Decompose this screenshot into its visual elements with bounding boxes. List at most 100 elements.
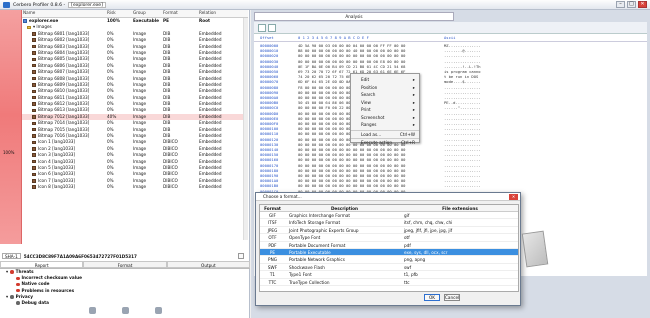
format-row[interactable]: PE Portable Executable exe, sys, dll, ocx,… [260, 248, 518, 257]
format-row[interactable]: SWF Shockwave Flash swf [260, 264, 518, 272]
context-menu-item[interactable]: Position ▸ [351, 84, 419, 92]
ok-button[interactable]: OK [424, 294, 440, 301]
context-menu-item[interactable]: View ▸ [351, 99, 419, 107]
tab-format[interactable]: Format [83, 261, 167, 268]
context-menu-item[interactable]: Edit ▸ [351, 76, 419, 84]
report-tabs: Report Format Output [0, 261, 250, 269]
image-icon [32, 83, 36, 87]
format-cell: PNG [268, 257, 277, 263]
tree-scrollbar[interactable] [243, 18, 248, 240]
tree-row-name: Icon 6 [lang1033] [38, 171, 76, 177]
format-row[interactable]: TTC TrueType Collection ttc [260, 279, 518, 286]
expand-arrow-icon[interactable]: ▾ [6, 294, 8, 300]
description-header[interactable]: Description [285, 205, 400, 211]
format-row[interactable]: T1 Type1 Font t1, pfb [260, 271, 518, 279]
maximize-button[interactable]: □ [627, 1, 636, 8]
report-category-icon [10, 270, 14, 274]
dialog-close-button[interactable]: ✕ [509, 194, 518, 200]
bookmark-icon[interactable] [268, 24, 276, 32]
context-menu-item[interactable]: Load as... Ctrl+W [351, 129, 419, 138]
tab-output[interactable]: Output [166, 261, 250, 268]
close-button[interactable]: ✕ [638, 1, 647, 8]
format-cell: T1 [269, 272, 276, 278]
expand-arrow-icon[interactable]: ▾ [6, 269, 8, 275]
extensions-header[interactable]: File extensions [400, 205, 516, 211]
image-icon [32, 95, 36, 100]
image-icon [32, 32, 36, 36]
submenu-arrow-icon: ▸ [412, 114, 415, 120]
report-bullet-icon [16, 288, 20, 293]
tab-report[interactable]: Report [0, 261, 84, 268]
tree-row-name: Bitmap 7014 [lang1033] [38, 120, 90, 126]
context-menu-item-label: Position [361, 84, 378, 90]
window-title: Cerbero Profiler 0.8.6 - [13, 2, 66, 8]
hex-view-icon[interactable] [258, 24, 266, 32]
hash-algorithm-select[interactable]: SHA-1 [2, 253, 21, 259]
choose-format-dialog: Choose a format... ✕ Format Description … [255, 192, 521, 306]
format-cell: GIF [269, 213, 276, 218]
hex-header-ascii: Ascii [444, 35, 456, 40]
tree-row[interactable]: Icon 8 [lang1033] 0% Image DIBICO Embedded [22, 184, 248, 190]
tree-cell-relation: Embedded [199, 184, 222, 190]
bottom-toolbar [0, 304, 250, 316]
dialog-buttons: OK Cancel [424, 294, 460, 301]
image-icon [32, 166, 36, 170]
context-menu-item[interactable]: Print ▸ [351, 106, 419, 114]
format-row[interactable]: PDF Portable Document Format pdf [260, 242, 518, 249]
image-icon [32, 185, 36, 189]
image-icon [32, 108, 36, 113]
cancel-button[interactable]: Cancel [444, 294, 460, 301]
dragged-file-thumbnail [521, 230, 549, 268]
context-menu-item[interactable]: Execute action... Ctrl+R [351, 138, 419, 146]
submenu-arrow-icon: ▸ [412, 77, 415, 82]
tree-row-name: Icon 5 [lang1033] [38, 164, 76, 170]
tree-header-relation[interactable]: Relation [198, 10, 248, 17]
tree-row-name: Bitmap 6802 [lang1033] [38, 37, 90, 43]
format-table-body: GIF Graphics Interchange Format gif ITSF Inf… [260, 212, 518, 286]
folder-icon [27, 25, 31, 30]
tools-icon[interactable] [121, 306, 129, 314]
report-bullet-icon [16, 276, 20, 281]
tree-row-name: Bitmap 6809 [lang1033] [38, 81, 90, 87]
image-icon [32, 70, 36, 74]
image-icon [32, 102, 36, 106]
file-tree: Name Risk Group Format Relation explorer… [22, 10, 248, 244]
extensions-cell: itsf, chm, chq, chw, chi [404, 220, 453, 226]
context-menu-item[interactable]: Screenshot ▸ [351, 114, 419, 122]
format-row[interactable]: GIF Graphics Interchange Format gif [260, 212, 518, 220]
image-icon [32, 140, 36, 145]
extensions-cell: t1, pfb [404, 272, 418, 278]
format-row[interactable]: JPEG Joint Photographic Experts Group jpeg… [260, 227, 518, 235]
tree-header-name[interactable]: Name [22, 10, 106, 17]
copy-icon[interactable] [238, 253, 244, 259]
format-row[interactable]: PNG Portable Network Graphics png, apng [260, 256, 518, 264]
tree-header-format[interactable]: Format [162, 10, 198, 17]
info-icon[interactable] [154, 306, 162, 314]
context-menu-item[interactable]: Ranges ▸ [351, 121, 419, 129]
format-cell: TTC [268, 279, 277, 285]
format-row[interactable]: ITSF InfoTech Storage Format itsf, chm, ch… [260, 219, 518, 227]
minimize-button[interactable]: – [616, 1, 625, 8]
format-header[interactable]: Format [260, 205, 285, 211]
description-cell: Shockwave Flash [289, 264, 325, 270]
dialog-title: Choose a format... [256, 193, 520, 201]
tree-row-name: Bitmap 6804 [lang1033] [38, 49, 90, 55]
tab-analysis[interactable]: Analysis [254, 12, 454, 21]
settings-icon[interactable] [88, 306, 96, 314]
tree-header-risk[interactable]: Risk [106, 10, 132, 17]
description-cell: InfoTech Storage Format [289, 220, 341, 226]
format-row[interactable]: OTF OpenType Font otf [260, 234, 518, 242]
image-icon [32, 76, 36, 81]
description-cell: Graphics Interchange Format [289, 213, 351, 218]
hash-value: 54CC3D8C89F7A1A09A6F0653472727F01D5317 [23, 253, 137, 259]
context-menu-item[interactable]: Search ▸ [351, 91, 419, 99]
image-icon [32, 134, 36, 138]
tree-header: Name Risk Group Format Relation [22, 10, 248, 18]
tree-row-name: Bitmap 7015 [lang1033] [38, 126, 90, 132]
description-cell: Portable Network Graphics [289, 257, 345, 263]
tree-cell-group: Image [133, 184, 147, 190]
tree-header-group[interactable]: Group [132, 10, 162, 17]
description-cell: TrueType Collection [289, 279, 330, 285]
tree-row-name: Icon 3 [lang1033] [38, 152, 76, 158]
context-menu-item-label: Ranges [361, 122, 377, 127]
